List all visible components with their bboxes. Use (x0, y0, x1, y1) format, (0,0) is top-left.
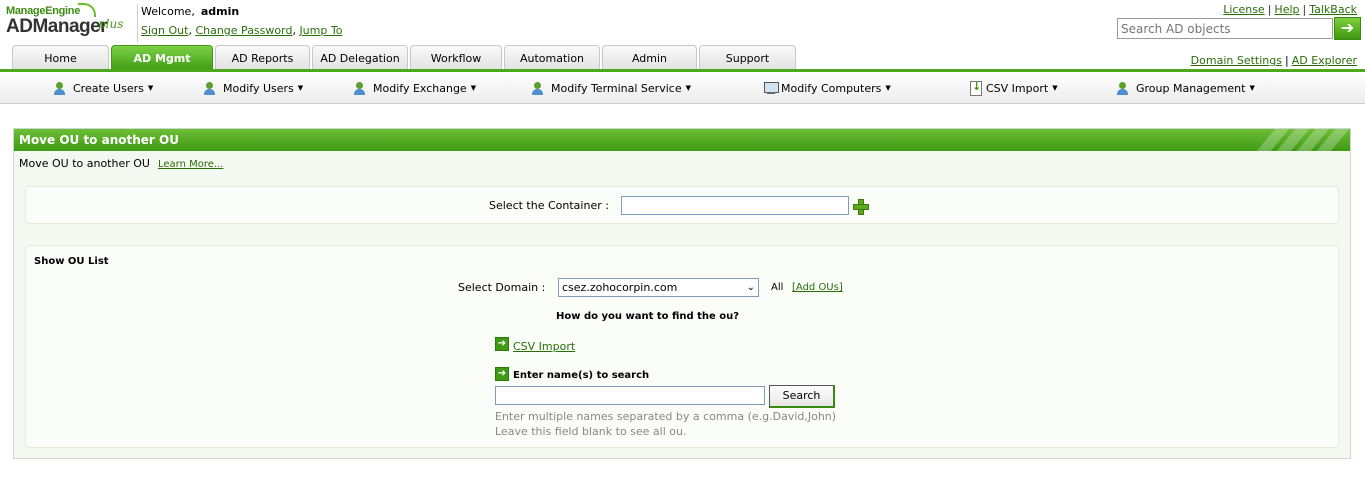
add-container-icon[interactable] (853, 199, 869, 215)
caret-down-icon: ▼ (1052, 84, 1058, 92)
chevron-down-icon: ⌄ (746, 282, 755, 293)
submenu-label: Modify Users (223, 81, 294, 95)
group-icon (1117, 81, 1135, 95)
learn-more-link[interactable]: Learn More... (158, 159, 223, 170)
submenu-csv-import[interactable]: CSV Import▼ (967, 80, 1058, 96)
container-section: Select the Container : (25, 186, 1339, 224)
submenu-modify-users[interactable]: Modify Users ▼ (204, 81, 303, 95)
main-tabs: Home AD Mgmt AD Reports AD Delegation Wo… (12, 45, 798, 71)
ad-explorer-link[interactable]: AD Explorer (1292, 54, 1357, 67)
terminal-service-icon (532, 81, 550, 95)
panel-title: Move OU to another OU (19, 133, 179, 147)
arrow-right-icon: ➔ (495, 367, 509, 381)
submenu-modify-computers[interactable]: Modify Computers ▼ (762, 81, 891, 95)
arrow-right-icon: ➔ (495, 337, 509, 351)
top-links: License | Help | TalkBack (1223, 3, 1357, 16)
domain-select-value: csez.zohocorpin.com (562, 281, 678, 294)
csv-import-icon (967, 80, 985, 96)
tab-ad-delegation[interactable]: AD Delegation (312, 45, 408, 70)
submenu-label: Group Management (1136, 81, 1246, 95)
submenu-label: Create Users (73, 81, 144, 95)
license-link[interactable]: License (1223, 3, 1264, 16)
arrow-right-icon: ➔ (1340, 18, 1355, 37)
user-links: Sign Out, Change Password, Jump To (141, 24, 343, 37)
jump-to-link[interactable]: Jump To (299, 24, 342, 37)
caret-down-icon: ▼ (147, 84, 154, 92)
logo-edition: plus (98, 17, 124, 31)
exchange-icon (354, 81, 372, 95)
caret-down-icon: ▼ (685, 84, 691, 92)
admanager-logo[interactable]: ManageEngine ADManager plus (6, 3, 136, 45)
domain-settings-link[interactable]: Domain Settings (1191, 54, 1282, 67)
add-ous-link[interactable]: [Add OUs] (792, 282, 843, 293)
users-modify-icon (204, 81, 222, 95)
help-link[interactable]: Help (1274, 3, 1299, 16)
ad-mgmt-submenu: Create Users ▼ Modify Users ▼ Modify Excha… (0, 72, 1365, 104)
caret-down-icon: ▼ (297, 84, 304, 92)
search-hint-blank: Leave this field blank to see all ou. (495, 425, 687, 438)
caret-down-icon: ▼ (1249, 84, 1255, 92)
domain-select[interactable]: csez.zohocorpin.com ⌄ (558, 278, 759, 297)
how-find-heading: How do you want to find the ou? (556, 311, 740, 322)
talkback-link[interactable]: TalkBack (1309, 3, 1357, 16)
submenu-create-users[interactable]: Create Users ▼ (54, 81, 153, 95)
panel-description: Move OU to another OU Learn More... (19, 157, 223, 170)
sign-out-link[interactable]: Sign Out (141, 24, 188, 37)
caret-down-icon: ▼ (470, 84, 477, 92)
submenu-modify-exchange[interactable]: Modify Exchange ▼ (354, 81, 476, 95)
submenu-group-management[interactable]: Group Management ▼ (1117, 81, 1255, 95)
submenu-label: Modify Computers (781, 81, 882, 95)
ou-name-search-input[interactable] (495, 386, 765, 405)
header-divider (137, 4, 138, 42)
move-ou-panel: Move OU to another OU Move OU to another… (13, 128, 1351, 459)
search-ad-objects-input[interactable] (1117, 18, 1333, 39)
select-container-label: Select the Container : (489, 199, 609, 212)
caret-down-icon: ▼ (885, 84, 891, 92)
username: admin (200, 5, 240, 18)
panel-header: Move OU to another OU (14, 129, 1350, 151)
search-go-button[interactable]: ➔ (1334, 17, 1361, 40)
show-ou-list-title: Show OU List (34, 256, 109, 267)
submenu-modify-terminal-service[interactable]: Modify Terminal Service ▼ (532, 81, 691, 95)
search-hint-multiple: Enter multiple names separated by a comm… (495, 410, 837, 423)
submenu-label: Modify Exchange (373, 81, 467, 95)
tab-ad-reports[interactable]: AD Reports (215, 45, 310, 70)
search-button[interactable]: Search (769, 385, 835, 408)
tab-support[interactable]: Support (699, 45, 796, 70)
enter-names-label: Enter name(s) to search (513, 370, 650, 381)
description-text: Move OU to another OU (19, 157, 150, 170)
submenu-label: Modify Terminal Service (551, 81, 682, 95)
welcome-label: Welcome, (141, 5, 195, 18)
container-input[interactable] (621, 196, 849, 215)
welcome-text: Welcome, admin (141, 5, 239, 18)
tab-workflow[interactable]: Workflow (410, 45, 502, 70)
select-domain-label: Select Domain : (458, 281, 546, 294)
tab-ad-mgmt[interactable]: AD Mgmt (111, 45, 213, 71)
change-password-link[interactable]: Change Password (195, 24, 292, 37)
tab-admin[interactable]: Admin (602, 45, 697, 70)
users-add-icon (54, 81, 72, 95)
show-ou-list-section: Show OU List Select Domain : csez.zohoco… (25, 245, 1339, 448)
domain-links: Domain Settings | AD Explorer (1190, 54, 1357, 67)
all-label: All (771, 282, 784, 293)
submenu-label: CSV Import (986, 81, 1049, 95)
csv-import-link[interactable]: CSV Import (513, 340, 575, 353)
tab-automation[interactable]: Automation (504, 45, 600, 70)
tab-home[interactable]: Home (12, 45, 109, 70)
computer-icon (762, 81, 780, 95)
